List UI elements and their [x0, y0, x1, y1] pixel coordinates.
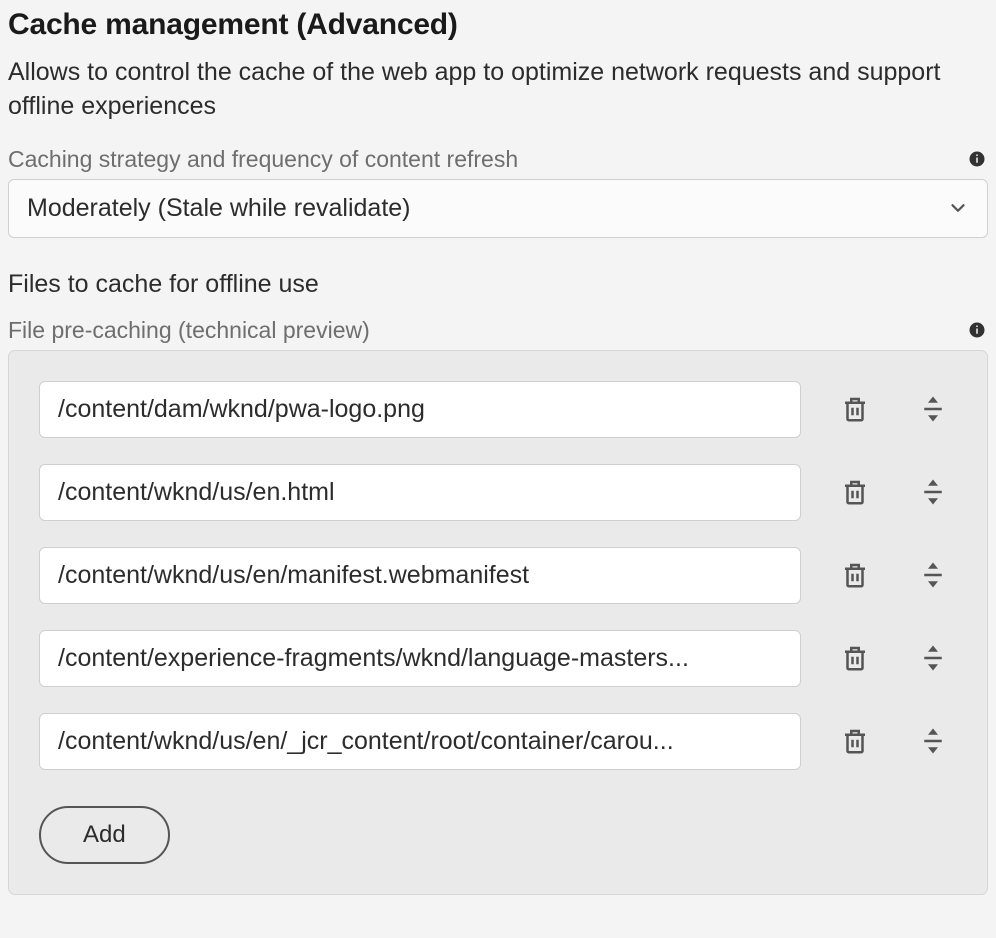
list-item	[39, 713, 957, 770]
files-section-header: Files to cache for offline use	[8, 270, 988, 299]
strategy-label: Caching strategy and frequency of conten…	[8, 146, 518, 173]
info-icon[interactable]	[966, 319, 988, 341]
delete-icon[interactable]	[831, 643, 879, 673]
section-description: Allows to control the cache of the web a…	[8, 56, 988, 124]
delete-icon[interactable]	[831, 477, 879, 507]
precache-label: File pre-caching (technical preview)	[8, 317, 370, 344]
reorder-icon[interactable]	[909, 560, 957, 590]
add-button[interactable]: Add	[39, 806, 170, 864]
path-input[interactable]	[39, 381, 801, 438]
strategy-select[interactable]: Moderately (Stale while revalidate)	[8, 179, 988, 238]
list-item	[39, 547, 957, 604]
list-item	[39, 464, 957, 521]
precache-list: Add	[8, 350, 988, 895]
delete-icon[interactable]	[831, 560, 879, 590]
list-item	[39, 381, 957, 438]
path-input[interactable]	[39, 464, 801, 521]
reorder-icon[interactable]	[909, 394, 957, 424]
path-input[interactable]	[39, 630, 801, 687]
section-heading: Cache management (Advanced)	[8, 8, 988, 42]
strategy-value: Moderately (Stale while revalidate)	[27, 194, 411, 223]
reorder-icon[interactable]	[909, 643, 957, 673]
info-icon[interactable]	[966, 148, 988, 170]
delete-icon[interactable]	[831, 726, 879, 756]
path-input[interactable]	[39, 547, 801, 604]
chevron-down-icon	[947, 197, 969, 219]
delete-icon[interactable]	[831, 394, 879, 424]
reorder-icon[interactable]	[909, 726, 957, 756]
list-item	[39, 630, 957, 687]
path-input[interactable]	[39, 713, 801, 770]
reorder-icon[interactable]	[909, 477, 957, 507]
